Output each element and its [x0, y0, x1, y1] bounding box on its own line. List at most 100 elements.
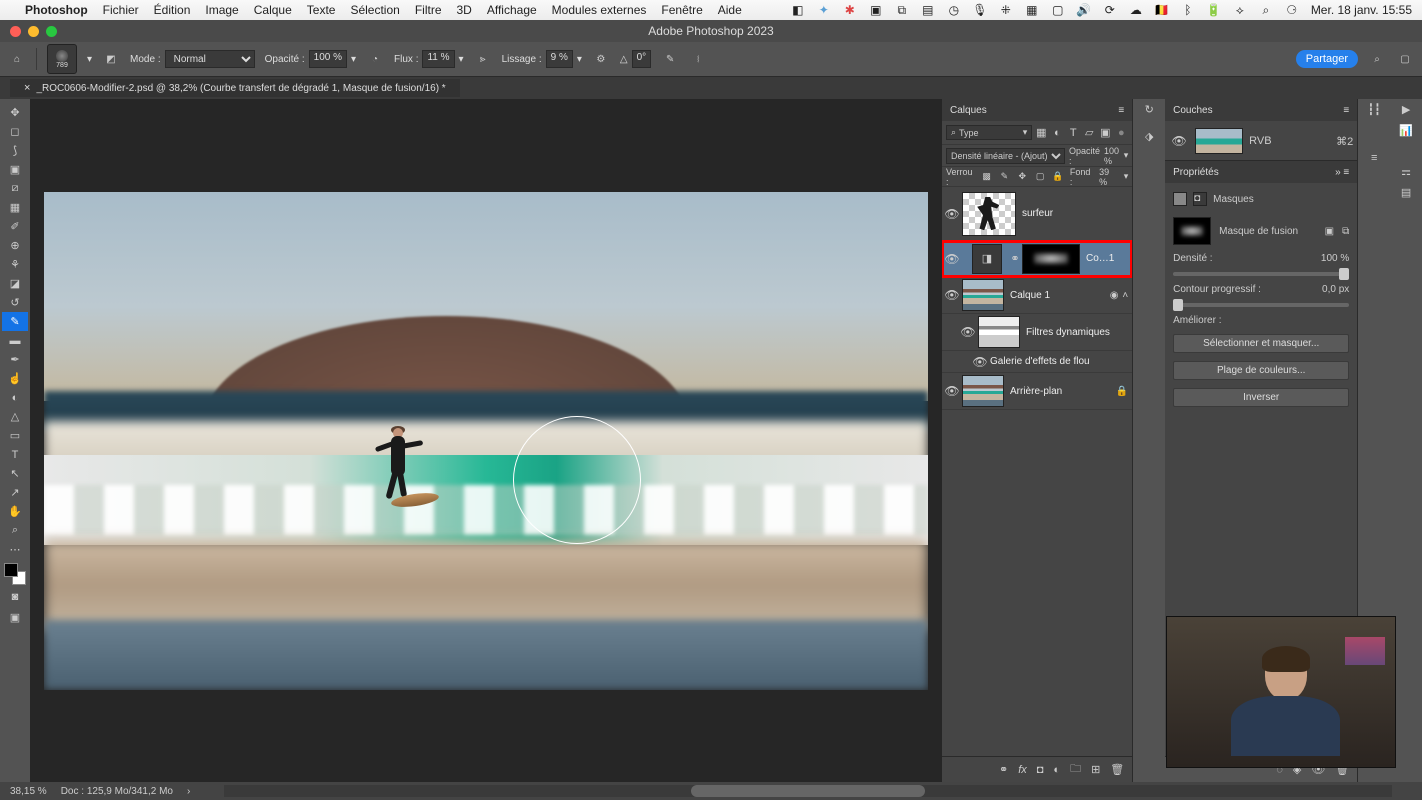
panel-menu-icon[interactable]: ≡	[1343, 105, 1349, 116]
collapsed-history-icon[interactable]: ↻	[1145, 103, 1154, 116]
couches-panel-tab[interactable]: Couches≡	[1165, 99, 1357, 121]
select-mask-icon[interactable]: ▣	[1325, 226, 1334, 237]
status-icon-clock[interactable]: ◷	[947, 3, 961, 17]
menu-calque[interactable]: Calque	[254, 3, 292, 17]
filter-adjust-icon[interactable]: ◐	[1050, 126, 1064, 140]
layer-surfeur[interactable]: 👁 surfeur	[942, 187, 1132, 241]
smoothing-value[interactable]: 9 %	[546, 50, 573, 68]
menu-texte[interactable]: Texte	[307, 3, 336, 17]
triangle-tool[interactable]: △	[2, 407, 28, 426]
collapsed-adjusts-icon[interactable]: ⚎	[1401, 165, 1411, 178]
fill-value[interactable]: 39 %	[1099, 167, 1118, 187]
canvas-area[interactable]	[30, 99, 942, 782]
mask-preview[interactable]	[1173, 217, 1211, 245]
filter-kind-select[interactable]: ⌕ Type ▾	[946, 125, 1032, 140]
delete-layer-icon[interactable]: 🗑	[1110, 763, 1124, 776]
type-tool[interactable]: T	[2, 445, 28, 464]
menubar-clock[interactable]: Mer. 18 janv. 15:55	[1311, 3, 1412, 17]
filter-shape-icon[interactable]: ▱	[1082, 126, 1096, 140]
status-icon-sync[interactable]: ⟳	[1103, 3, 1117, 17]
flux-value[interactable]: 11 %	[422, 50, 454, 68]
collapsed-para-icon[interactable]: ≡	[1371, 152, 1377, 164]
status-icon-binoc[interactable]: ⁜	[999, 3, 1013, 17]
foreground-color[interactable]	[4, 563, 18, 577]
status-icon-wifi[interactable]: ⟡	[1233, 3, 1247, 17]
document-canvas[interactable]	[44, 192, 928, 690]
status-icon-1[interactable]: ◧	[791, 3, 805, 17]
lock-pixels-icon[interactable]: ✎	[999, 170, 1011, 183]
status-icon-cloud[interactable]: ☁	[1129, 3, 1143, 17]
layer-thumbnail[interactable]	[962, 279, 1004, 311]
status-icon-butterfly[interactable]: ✦	[817, 3, 831, 17]
status-icon-volume[interactable]: 🔊	[1077, 3, 1091, 17]
mask-thumbnail[interactable]	[1022, 244, 1080, 274]
workspace-icon[interactable]: ▢	[1396, 50, 1414, 68]
airbrush-icon[interactable]: ⪢	[474, 50, 492, 68]
direct-select-tool[interactable]: ↗	[2, 483, 28, 502]
filter-type-icon[interactable]: T	[1066, 126, 1080, 140]
layers-panel-tab[interactable]: Calques≡	[942, 99, 1132, 121]
lock-all-icon[interactable]: 🔒	[1052, 170, 1064, 183]
layer-background[interactable]: 👁 Arrière-plan 🔒	[942, 373, 1132, 410]
menu-selection[interactable]: Sélection	[350, 3, 399, 17]
feather-slider[interactable]	[1173, 303, 1349, 307]
brush-preset[interactable]: 789	[47, 44, 77, 74]
link-layers-icon[interactable]: ⚭	[999, 763, 1008, 776]
layer-blur-gallery[interactable]: 👁 Galerie d'effets de flou	[942, 351, 1132, 373]
visibility-toggle[interactable]: 👁	[942, 288, 962, 302]
visibility-toggle[interactable]: 👁	[1169, 134, 1189, 148]
opacity-pressure-icon[interactable]: ◔	[366, 50, 384, 68]
visibility-toggle[interactable]: 👁	[942, 384, 962, 398]
visibility-toggle[interactable]: 👁	[970, 355, 990, 369]
eyedropper-tool[interactable]: ✐	[2, 217, 28, 236]
visibility-toggle[interactable]: 👁	[942, 252, 962, 266]
menu-3d[interactable]: 3D	[457, 3, 472, 17]
edit-toolbar[interactable]: ⋯	[2, 540, 28, 559]
channel-rvb[interactable]: 👁 RVB ⌘2	[1169, 125, 1353, 157]
pixel-mask-icon[interactable]	[1173, 192, 1187, 206]
properties-panel-tab[interactable]: Propriétés » ≡	[1165, 161, 1357, 183]
layer-smart-filters[interactable]: 👁 Filtres dynamiques	[942, 314, 1132, 351]
invert-button[interactable]: Inverser	[1173, 388, 1349, 407]
horizontal-scrollbar[interactable]	[224, 785, 1392, 797]
collapsed-histogram-icon[interactable]: 📊	[1399, 124, 1413, 137]
filter-mask-thumbnail[interactable]	[978, 316, 1020, 348]
doc-size[interactable]: Doc : 125,9 Mo/341,2 Mo	[61, 786, 173, 797]
layer-thumbnail[interactable]	[962, 192, 1016, 236]
close-tab-icon[interactable]: ×	[24, 82, 30, 94]
history-brush-tool[interactable]: ↺	[2, 293, 28, 312]
layer-fx-icon[interactable]: fx	[1018, 764, 1027, 776]
density-slider[interactable]	[1173, 272, 1349, 276]
screenmode-icon[interactable]: ▣	[2, 608, 28, 627]
status-icon-rec[interactable]: ▣	[869, 3, 883, 17]
clone-tool[interactable]: ⚘	[2, 255, 28, 274]
app-menu[interactable]: Photoshop	[25, 3, 88, 17]
collapsed-adjust-icon[interactable]: ⬗	[1145, 130, 1153, 143]
lasso-tool[interactable]: ⟆	[2, 141, 28, 160]
status-chevron-icon[interactable]: ›	[187, 786, 190, 797]
marquee-tool[interactable]: ◻	[2, 122, 28, 141]
zoom-tool[interactable]: ⌕	[2, 521, 28, 540]
layer-calque1[interactable]: 👁 Calque 1 ◉ ˄	[942, 277, 1132, 314]
menu-edition[interactable]: Édition	[154, 3, 191, 17]
path-tool[interactable]: ↖	[2, 464, 28, 483]
collapsed-actions-icon[interactable]: ▤	[1401, 186, 1411, 199]
add-adjustment-icon[interactable]: ◐	[1053, 764, 1060, 776]
status-icon-display[interactable]: ▢	[1051, 3, 1065, 17]
healing-tool[interactable]: ⊕	[2, 236, 28, 255]
color-range-button[interactable]: Plage de couleurs...	[1173, 361, 1349, 380]
pen-tool[interactable]: ✒	[2, 350, 28, 369]
new-layer-icon[interactable]: ⊞	[1091, 763, 1100, 776]
rectangle-tool[interactable]: ▭	[2, 426, 28, 445]
color-swatches[interactable]	[4, 563, 26, 585]
share-button[interactable]: Partager	[1296, 50, 1358, 68]
menu-filtre[interactable]: Filtre	[415, 3, 442, 17]
menu-affichage[interactable]: Affichage	[487, 3, 537, 17]
crop-tool[interactable]: ⧄	[2, 179, 28, 198]
collapsed-align-icon[interactable]: ┇┇	[1368, 103, 1381, 116]
adjustment-thumbnail[interactable]: ◨	[972, 244, 1002, 274]
density-value[interactable]: 100 %	[1321, 253, 1349, 264]
lock-position-icon[interactable]: ✥	[1016, 170, 1028, 183]
new-group-icon[interactable]: 🗀	[1070, 760, 1081, 779]
status-icon-control[interactable]: ⚆	[1285, 3, 1299, 17]
